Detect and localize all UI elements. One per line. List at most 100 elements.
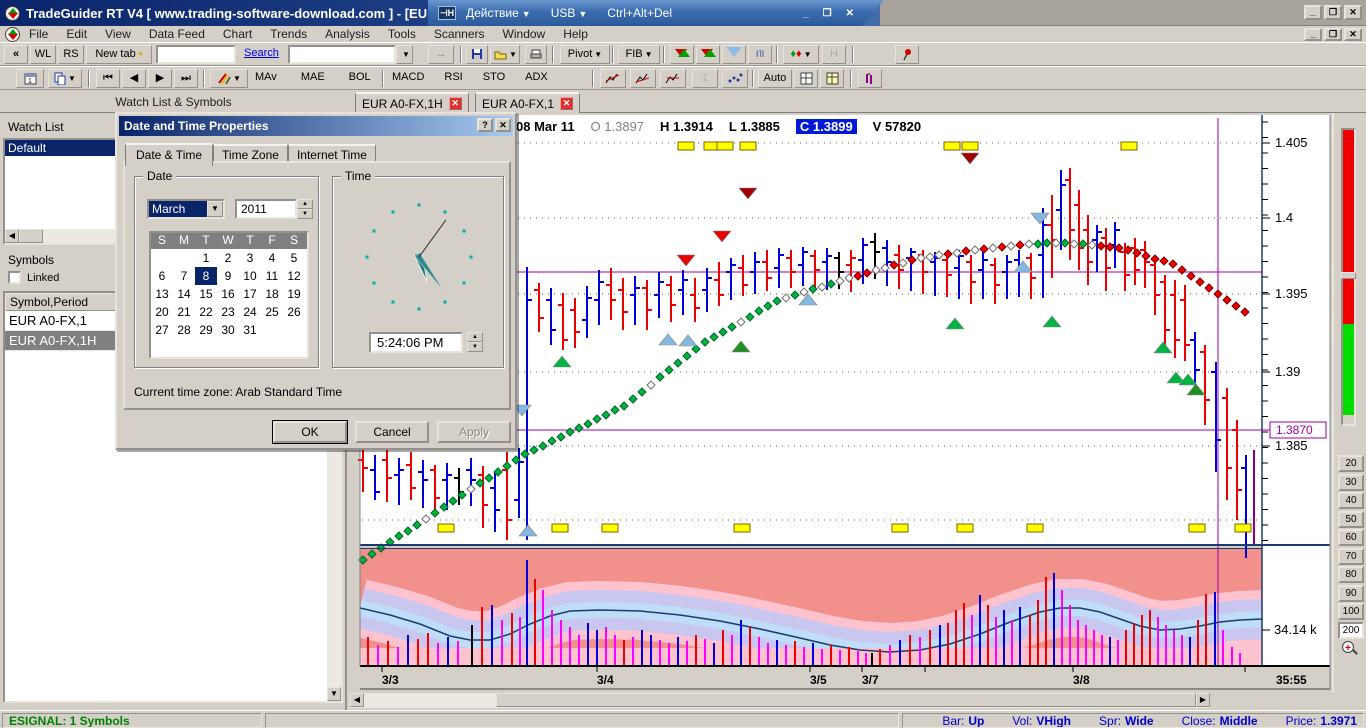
menu-edit[interactable]: Edit [66, 27, 87, 41]
menu-help[interactable]: Help [563, 27, 588, 41]
calendar-day[interactable]: 3 [239, 249, 261, 267]
calendar-day[interactable]: 22 [195, 303, 217, 321]
calendar-day[interactable]: 16 [217, 285, 239, 303]
calendar-day[interactable]: 27 [151, 321, 173, 339]
volume-profile-button[interactable] [858, 69, 882, 88]
new-tab-button[interactable]: New tab ▪ [86, 45, 152, 64]
studies-dropdown[interactable]: ▼ [210, 69, 248, 88]
signal-flag-button[interactable] [696, 45, 720, 64]
scroll-left-button[interactable]: ◀ [350, 693, 364, 707]
copy-button[interactable]: ▼ [48, 69, 82, 88]
indicator-rsi-button[interactable]: RSI [444, 71, 462, 83]
volume-scale-40-button[interactable]: 40 [1338, 492, 1364, 509]
volume-scale-80-button[interactable]: 80 [1338, 566, 1364, 583]
volume-scale-50-button[interactable]: 50 [1338, 511, 1364, 528]
go-button[interactable]: → [428, 45, 454, 64]
child-window-icon[interactable] [5, 27, 20, 42]
indicator-sto-button[interactable]: STO [483, 71, 505, 83]
tab-close-icon[interactable]: ✕ [449, 97, 462, 110]
calendar-day[interactable]: 5 [283, 249, 305, 267]
linked-checkbox[interactable] [8, 271, 21, 284]
prev-bar-button[interactable]: ◀ [122, 69, 146, 88]
cancel-button[interactable]: Cancel [355, 421, 429, 443]
minimize-button[interactable]: _ [1304, 5, 1322, 20]
calendar[interactable]: SMTWTFS123456789101112131415161718192021… [149, 231, 309, 359]
combo-drop-button[interactable]: ▼ [396, 45, 413, 64]
ok-button[interactable]: OK [273, 421, 347, 443]
volume-scale-70-button[interactable]: 70 [1338, 548, 1364, 565]
search-combobox[interactable] [288, 45, 396, 64]
calendar-day[interactable]: 23 [217, 303, 239, 321]
watch-list-button[interactable]: WL [30, 45, 56, 64]
trend-tool-3-button[interactable] [660, 69, 686, 88]
year-field[interactable]: 2011 [235, 199, 297, 219]
menu-tools[interactable]: Tools [388, 27, 416, 41]
volume-scale-20-button[interactable]: 20 [1338, 455, 1364, 472]
indicator-mae-button[interactable]: MAE [301, 71, 325, 83]
volume-scale-200-button[interactable]: 200 [1338, 622, 1364, 639]
last-bar-button[interactable]: ⏭ [174, 69, 198, 88]
calendar-day[interactable]: 28 [173, 321, 195, 339]
time-spinner[interactable]: ▲▼ [467, 332, 483, 352]
calendar-day[interactable]: 9 [217, 267, 239, 285]
search-link[interactable]: Search [244, 47, 279, 59]
menu-trends[interactable]: Trends [270, 27, 307, 41]
vm-usb-menu[interactable]: USB▼ [551, 6, 588, 20]
zoom-button[interactable]: + [1342, 641, 1358, 657]
menu-chart[interactable]: Chart [223, 27, 252, 41]
collapse-button[interactable]: « [4, 45, 28, 64]
indicator-macd-button[interactable]: MACD [392, 71, 424, 83]
volume-scale-60-button[interactable]: 60 [1338, 529, 1364, 546]
calendar-day[interactable]: 12 [283, 267, 305, 285]
gauge-handle[interactable] [1341, 272, 1356, 279]
calendar-day[interactable] [283, 321, 305, 339]
trend-tool-1-button[interactable] [600, 69, 626, 88]
calendar-day[interactable] [173, 249, 195, 267]
save-button[interactable] [466, 45, 488, 64]
chart-tab-EUR-A0-FX-1[interactable]: EUR A0-FX,1✕ [475, 92, 580, 113]
indicator-bol-button[interactable]: BOL [349, 71, 371, 83]
calendar-day[interactable]: 18 [261, 285, 283, 303]
calendar-day[interactable]: 8 [195, 267, 217, 285]
menu-analysis[interactable]: Analysis [325, 27, 370, 41]
volume-scale-30-button[interactable]: 30 [1338, 474, 1364, 491]
calendar-day[interactable]: 24 [239, 303, 261, 321]
volume-scale-100-button[interactable]: 100 [1338, 603, 1364, 620]
indicator-adx-button[interactable]: ADX [525, 71, 548, 83]
calendar-day[interactable]: 30 [217, 321, 239, 339]
calendar-day[interactable]: 7 [173, 267, 195, 285]
pivot-dropdown[interactable]: Pivot▼ [560, 45, 610, 64]
calendar-day[interactable] [261, 321, 283, 339]
calendar-day[interactable]: 4 [261, 249, 283, 267]
month-dropdown[interactable]: March ▼ [147, 199, 225, 219]
calendar-day[interactable]: 6 [151, 267, 173, 285]
vm-action-menu[interactable]: Действие▼ [466, 6, 531, 20]
vm-minimize-button[interactable]: _ [803, 8, 809, 19]
calendar-day[interactable]: 29 [195, 321, 217, 339]
dotted-study-button[interactable] [722, 69, 748, 88]
first-bar-button[interactable]: ⏮ [96, 69, 120, 88]
time-field[interactable]: 5:24:06 PM [369, 332, 463, 353]
child-minimize-button[interactable]: _ [1304, 28, 1322, 41]
calendar-day[interactable]: 2 [217, 249, 239, 267]
calendar-day[interactable]: 21 [173, 303, 195, 321]
layout-table-button[interactable] [820, 69, 844, 88]
scroll-thumb[interactable] [496, 693, 1196, 707]
indicator-mav-button[interactable]: MAv [255, 71, 277, 83]
child-close-button[interactable]: ✕ [1344, 28, 1362, 41]
signal-updown-button[interactable] [670, 45, 694, 64]
menu-data-feed[interactable]: Data Feed [149, 27, 205, 41]
vm-restore-button[interactable]: ❐ [823, 8, 832, 19]
menu-file[interactable]: File [29, 27, 48, 41]
rs-button[interactable]: RS [58, 45, 84, 64]
fib-dropdown[interactable]: FIB▼ [618, 45, 660, 64]
chart-tab-EUR-A0-FX-1H[interactable]: EUR A0-FX,1H✕ [355, 92, 469, 113]
auto-scale-button[interactable]: Auto [758, 69, 792, 88]
next-bar-button[interactable]: ▶ [148, 69, 172, 88]
calendar-day[interactable] [151, 249, 173, 267]
calendar-day[interactable]: 20 [151, 303, 173, 321]
tab-close-icon[interactable]: ✕ [560, 97, 573, 110]
vm-close-button[interactable]: ✕ [846, 8, 854, 19]
calendar-day[interactable]: 13 [151, 285, 173, 303]
close-button[interactable]: ✕ [1344, 5, 1362, 20]
